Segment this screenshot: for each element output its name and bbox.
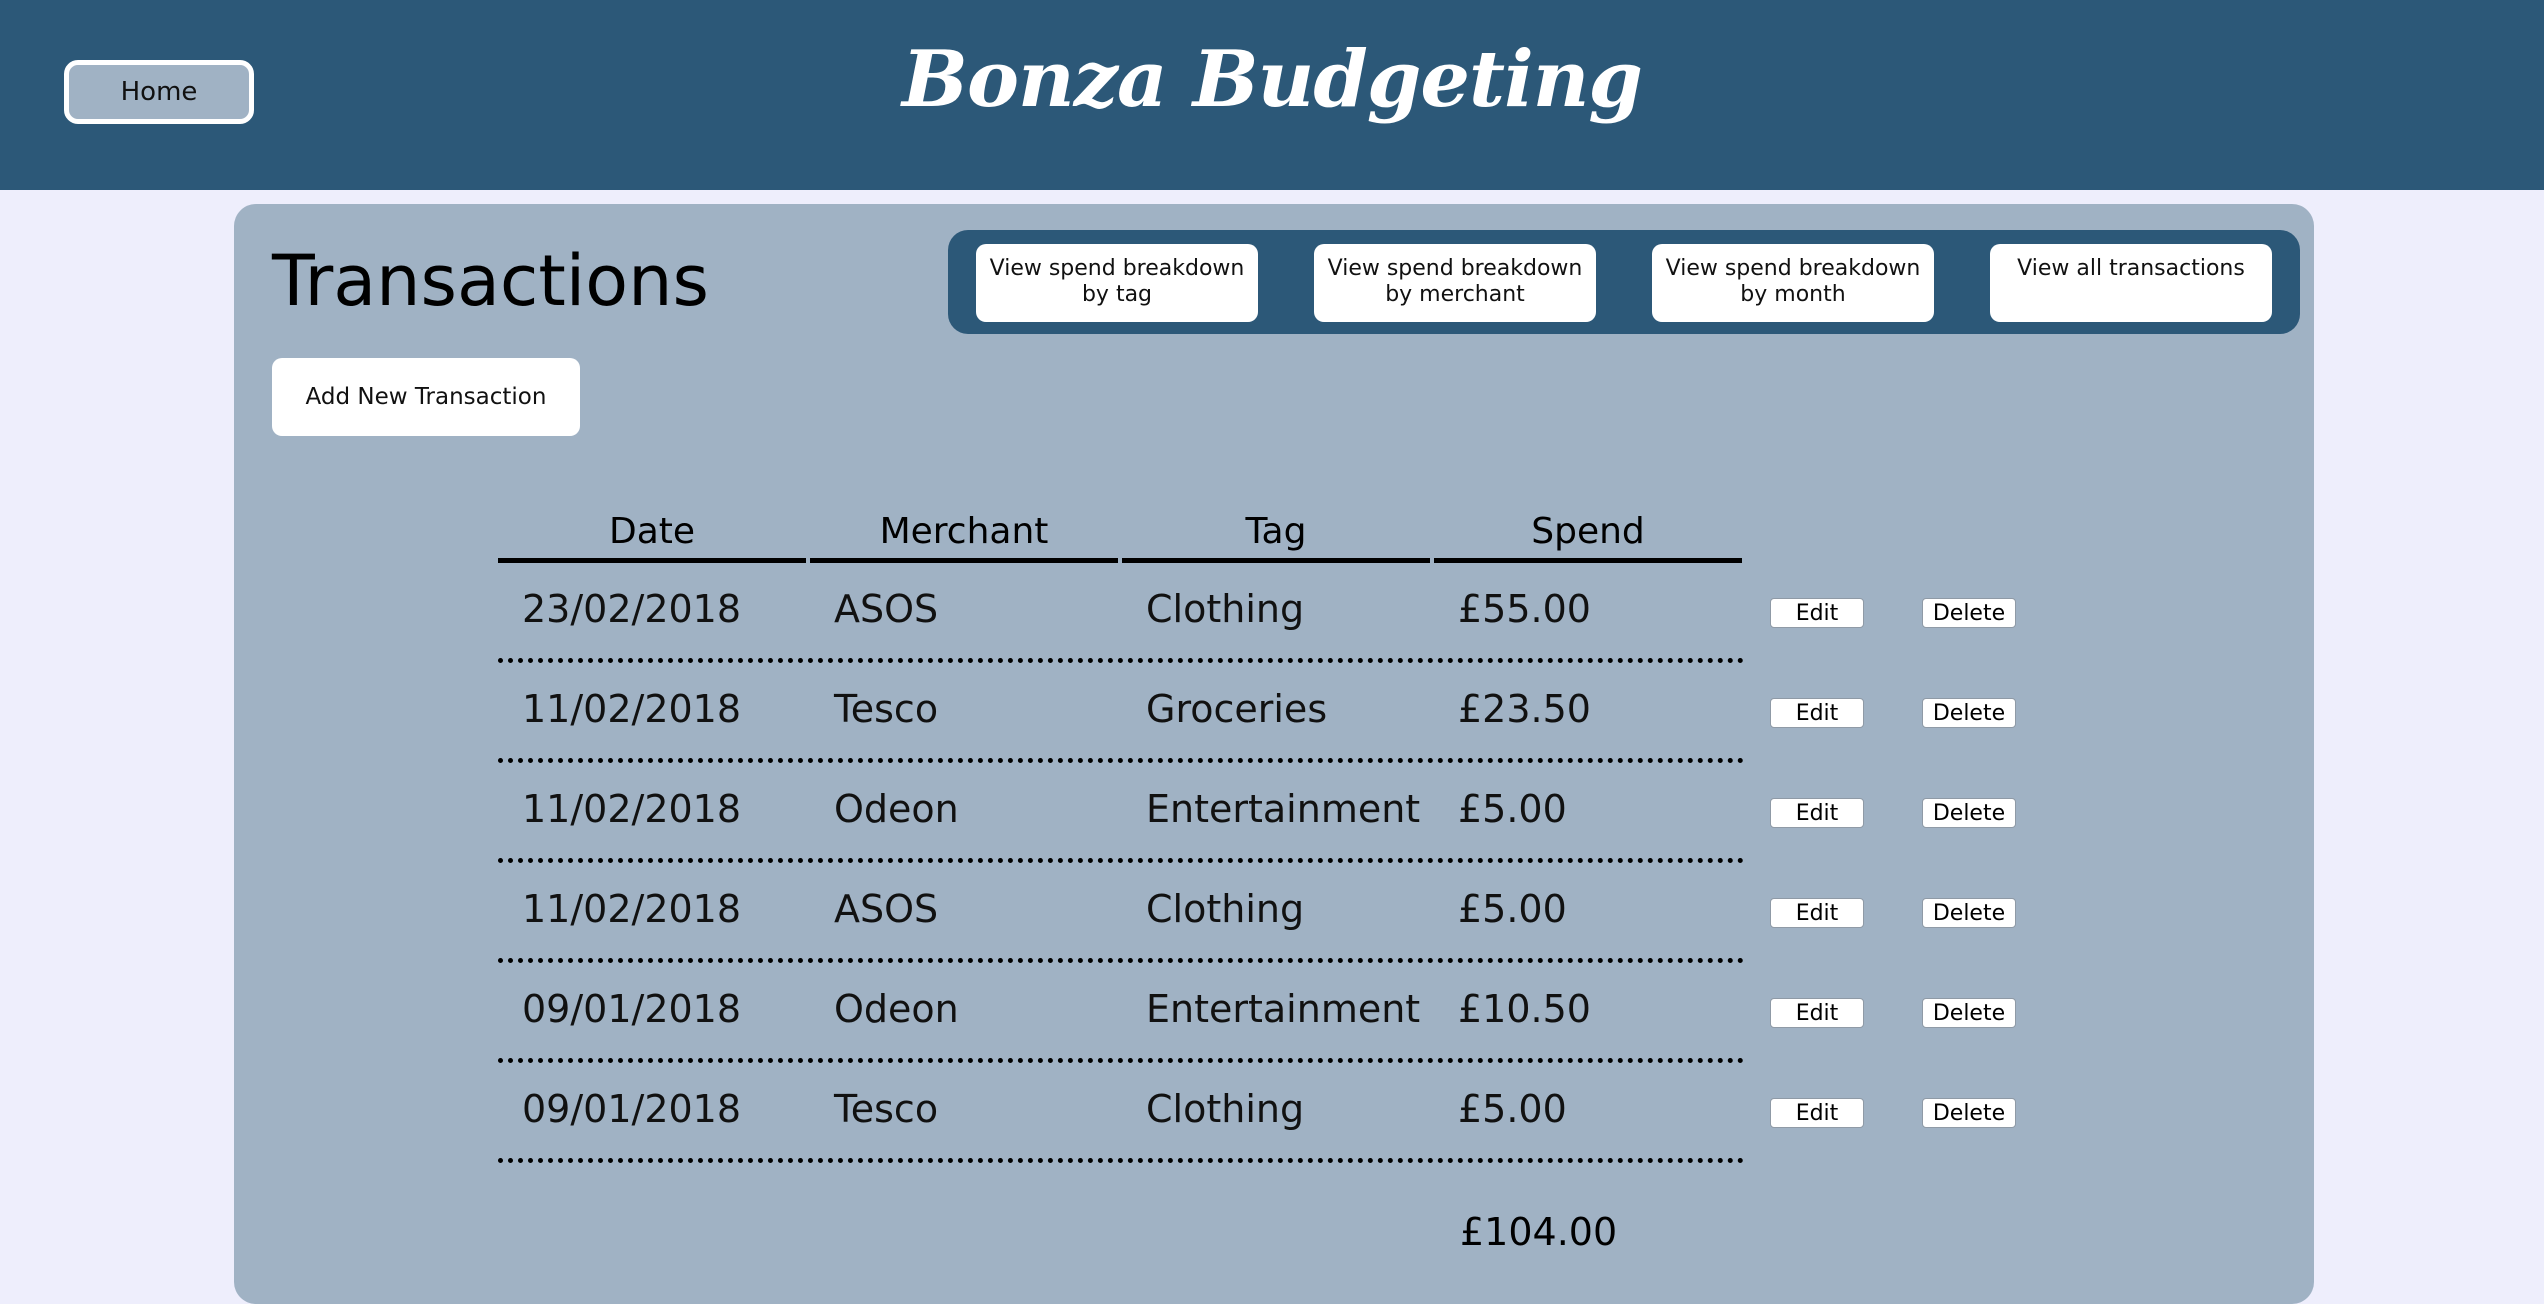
merchant-cell: ASOS bbox=[834, 587, 939, 631]
table-row: 23/02/2018 ASOS Clothing £55.00 bbox=[498, 563, 1744, 663]
view-by-merchant-button[interactable]: View spend breakdown by merchant bbox=[1314, 244, 1596, 322]
tag-cell: Clothing bbox=[1146, 1087, 1305, 1131]
merchant-cell: Odeon bbox=[834, 787, 959, 831]
delete-button[interactable]: Delete bbox=[1922, 998, 2016, 1028]
table-row: 11/02/2018 Tesco Groceries £23.50 bbox=[498, 663, 1744, 763]
spend-cell: £23.50 bbox=[1458, 687, 1591, 731]
site-title: Bonza Budgeting bbox=[902, 34, 1643, 125]
merchant-cell: Odeon bbox=[834, 987, 959, 1031]
merchant-cell: Tesco bbox=[834, 687, 939, 731]
edit-button[interactable]: Edit bbox=[1770, 598, 1864, 628]
tag-cell: Clothing bbox=[1146, 887, 1305, 931]
tag-cell: Entertainment bbox=[1146, 787, 1421, 831]
spend-total: £104.00 bbox=[1460, 1210, 1618, 1254]
edit-button[interactable]: Edit bbox=[1770, 898, 1864, 928]
site-header: Home Bonza Budgeting bbox=[0, 0, 2544, 190]
view-nav: View spend breakdown by tag View spend b… bbox=[948, 230, 2300, 334]
spend-cell: £10.50 bbox=[1458, 987, 1591, 1031]
edit-button[interactable]: Edit bbox=[1770, 698, 1864, 728]
edit-button[interactable]: Edit bbox=[1770, 798, 1864, 828]
table-row: 09/01/2018 Odeon Entertainment £10.50 bbox=[498, 963, 1744, 1063]
table-row: 11/02/2018 Odeon Entertainment £5.00 bbox=[498, 763, 1744, 863]
date-cell: 09/01/2018 bbox=[522, 987, 742, 1031]
edit-button[interactable]: Edit bbox=[1770, 1098, 1864, 1128]
spend-cell: £5.00 bbox=[1458, 787, 1567, 831]
tag-cell: Entertainment bbox=[1146, 987, 1421, 1031]
column-header-merchant: Merchant bbox=[810, 506, 1118, 563]
spend-cell: £55.00 bbox=[1458, 587, 1591, 631]
transactions-panel: Transactions View spend breakdown by tag… bbox=[234, 204, 2314, 1304]
spend-cell: £5.00 bbox=[1458, 887, 1567, 931]
table-row: 09/01/2018 Tesco Clothing £5.00 bbox=[498, 1063, 1744, 1163]
table-row: 11/02/2018 ASOS Clothing £5.00 bbox=[498, 863, 1744, 963]
delete-button[interactable]: Delete bbox=[1922, 698, 2016, 728]
merchant-cell: ASOS bbox=[834, 887, 939, 931]
merchant-cell: Tesco bbox=[834, 1087, 939, 1131]
spend-cell: £5.00 bbox=[1458, 1087, 1567, 1131]
edit-button[interactable]: Edit bbox=[1770, 998, 1864, 1028]
column-header-spend: Spend bbox=[1434, 506, 1742, 563]
column-header-tag: Tag bbox=[1122, 506, 1430, 563]
delete-button[interactable]: Delete bbox=[1922, 1098, 2016, 1128]
delete-button[interactable]: Delete bbox=[1922, 798, 2016, 828]
delete-button[interactable]: Delete bbox=[1922, 898, 2016, 928]
view-all-transactions-button[interactable]: View all transactions bbox=[1990, 244, 2272, 322]
add-transaction-button[interactable]: Add New Transaction bbox=[272, 358, 580, 436]
delete-button[interactable]: Delete bbox=[1922, 598, 2016, 628]
date-cell: 11/02/2018 bbox=[522, 887, 742, 931]
view-by-tag-button[interactable]: View spend breakdown by tag bbox=[976, 244, 1258, 322]
tag-cell: Groceries bbox=[1146, 687, 1328, 731]
page-title: Transactions bbox=[272, 240, 709, 322]
column-header-date: Date bbox=[498, 506, 806, 563]
date-cell: 23/02/2018 bbox=[522, 587, 742, 631]
date-cell: 11/02/2018 bbox=[522, 787, 742, 831]
tag-cell: Clothing bbox=[1146, 587, 1305, 631]
date-cell: 11/02/2018 bbox=[522, 687, 742, 731]
date-cell: 09/01/2018 bbox=[522, 1087, 742, 1131]
view-by-month-button[interactable]: View spend breakdown by month bbox=[1652, 244, 1934, 322]
